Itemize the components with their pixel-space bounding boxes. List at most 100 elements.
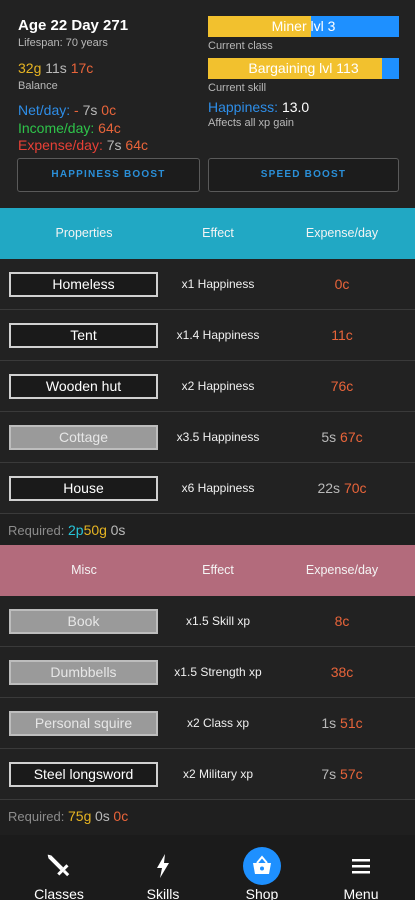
balance-copper: 17c <box>70 60 94 76</box>
net-per-day: Net/day: - 7s 0c <box>18 102 116 118</box>
hamburger-menu-icon <box>342 847 380 885</box>
expense-copper: 64c <box>125 137 148 153</box>
expense-copper: 0c <box>334 276 350 292</box>
misc-button-dumbbells[interactable]: Dumbbells <box>9 660 158 685</box>
happiness-boost-button[interactable]: HAPPINESS BOOST <box>17 158 200 192</box>
skill-progress-text: Bargaining lvl 113 <box>248 60 359 76</box>
current-skill-label: Current skill <box>208 82 267 94</box>
property-effect: x2 Happiness <box>181 379 255 393</box>
property-button-wooden-hut[interactable]: Wooden hut <box>9 374 158 399</box>
properties-column-header: Properties <box>55 226 113 240</box>
expense-copper: 11c <box>331 327 353 343</box>
age-display: Age 22 Day 271 <box>18 17 129 34</box>
nav-shop[interactable]: Shop <box>212 835 312 900</box>
expense-column-header: Expense/day <box>305 563 379 577</box>
class-progress-text: Miner lvl 3 <box>271 18 336 34</box>
required-p: 2p <box>68 522 84 538</box>
nav-label: Skills <box>146 886 180 900</box>
expense-copper: 70c <box>343 480 367 496</box>
nav-label: Classes <box>34 886 84 900</box>
effect-column-header: Effect <box>202 226 234 240</box>
properties-table-header: Properties Effect Expense/day <box>0 208 415 259</box>
income-per-day: Income/day: 64c <box>18 120 121 136</box>
required-copper: 0c <box>113 808 129 824</box>
expense-silver: 7s <box>106 137 122 153</box>
net-sign: - <box>74 102 79 118</box>
effect-column-header: Effect <box>202 563 234 577</box>
property-row: House x6 Happiness 22s 70c <box>0 463 415 514</box>
nav-label: Shop <box>245 886 279 900</box>
net-copper: 0c <box>101 102 117 118</box>
misc-required: Required: 75g 0s 0c <box>8 808 128 824</box>
required-label: Required: <box>8 523 65 538</box>
property-expense: 22s 70c <box>317 463 366 514</box>
misc-row: Dumbbells x1.5 Strength xp 38c <box>0 647 415 698</box>
misc-effect: x1.5 Skill xp <box>185 614 251 628</box>
nav-menu[interactable]: Menu <box>311 835 411 900</box>
property-row: Tent x1.4 Happiness 11c <box>0 310 415 361</box>
property-button-tent[interactable]: Tent <box>9 323 158 348</box>
misc-row: Personal squire x2 Class xp 1s 51c <box>0 698 415 749</box>
happiness-value: 13.0 <box>281 99 310 115</box>
class-progress-bar: Miner lvl 3 <box>208 16 399 37</box>
misc-button-personal-squire[interactable]: Personal squire <box>9 711 158 736</box>
happiness-label: Happiness: <box>208 99 279 115</box>
property-effect: x6 Happiness <box>181 481 255 495</box>
property-effect: x1.4 Happiness <box>176 328 260 342</box>
net-label: Net/day: <box>18 102 71 118</box>
property-expense: 0c <box>335 259 350 310</box>
required-gold: 75g <box>68 808 92 824</box>
misc-expense: 7s 57c <box>321 749 362 800</box>
required-gold: 50g <box>83 522 107 538</box>
expense-copper: 8c <box>334 613 350 629</box>
balance-value: 32g 11s 17c <box>18 60 93 76</box>
expense-copper: 38c <box>330 664 354 680</box>
income-copper: 64c <box>98 120 121 136</box>
misc-button-book[interactable]: Book <box>9 609 158 634</box>
expense-silver: 7s <box>321 766 337 782</box>
property-expense: 76c <box>331 361 354 412</box>
property-button-cottage[interactable]: Cottage <box>9 425 158 450</box>
misc-button-steel-longsword[interactable]: Steel longsword <box>9 762 158 787</box>
property-effect: x1 Happiness <box>181 277 255 291</box>
property-row: Cottage x3.5 Happiness 5s 67c <box>0 412 415 463</box>
property-expense: 5s 67c <box>321 412 362 463</box>
skill-progress-bar: Bargaining lvl 113 <box>208 58 399 79</box>
misc-expense: 8c <box>335 596 350 647</box>
current-class-label: Current class <box>208 40 273 52</box>
misc-table-header: Misc Effect Expense/day <box>0 545 415 596</box>
status-header: Age 22 Day 271 Lifespan: 70 years 32g 11… <box>0 0 415 208</box>
lifespan-display: Lifespan: 70 years <box>18 37 108 49</box>
misc-effect: x2 Military xp <box>182 767 254 781</box>
expense-copper: 67c <box>340 429 363 445</box>
required-silver: 0s <box>110 522 126 538</box>
property-button-house[interactable]: House <box>9 476 158 501</box>
properties-required: Required: 2p50g 0s <box>8 522 125 538</box>
balance-label: Balance <box>18 80 58 92</box>
happiness-note: Affects all xp gain <box>208 117 295 129</box>
expense-per-day: Expense/day: 7s 64c <box>18 137 148 153</box>
misc-row: Steel longsword x2 Military xp 7s 57c <box>0 749 415 800</box>
expense-copper: 51c <box>340 715 363 731</box>
expense-copper: 76c <box>330 378 354 394</box>
balance-gold: 32g <box>18 60 42 76</box>
misc-expense: 1s 51c <box>321 698 362 749</box>
balance-silver: 11s <box>45 60 67 76</box>
expense-label: Expense/day: <box>18 137 103 153</box>
income-label: Income/day: <box>18 120 95 136</box>
property-effect: x3.5 Happiness <box>176 430 260 444</box>
property-expense: 11c <box>331 310 353 361</box>
misc-column-header: Misc <box>71 563 97 577</box>
speed-boost-button[interactable]: SPEED BOOST <box>208 158 399 192</box>
property-row: Wooden hut x2 Happiness 76c <box>0 361 415 412</box>
expense-silver: 5s <box>321 429 337 445</box>
required-silver: 0s <box>94 808 110 824</box>
nav-label: Menu <box>343 886 379 900</box>
nav-classes[interactable]: Classes <box>9 835 109 900</box>
misc-effect: x1.5 Strength xp <box>174 665 262 679</box>
property-button-homeless[interactable]: Homeless <box>9 272 158 297</box>
sword-icon <box>40 847 78 885</box>
misc-effect: x2 Class xp <box>186 716 250 730</box>
nav-skills[interactable]: Skills <box>113 835 213 900</box>
misc-expense: 38c <box>331 647 354 698</box>
